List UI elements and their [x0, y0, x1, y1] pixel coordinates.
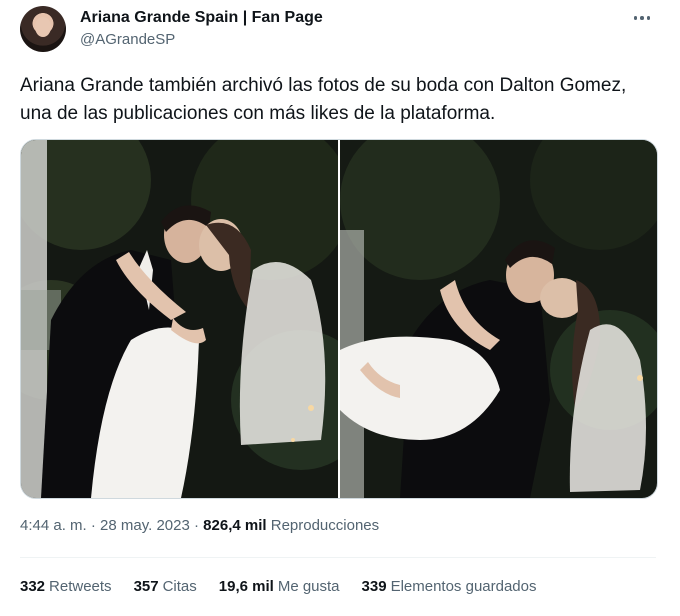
tweet: Ariana Grande Spain | Fan Page @AGrandeS…	[0, 0, 680, 616]
retweets-stat[interactable]: 332 Retweets	[20, 578, 112, 595]
engagement-stats: 332 Retweets 357 Citas 19,6 mil Me gusta 33…	[20, 578, 537, 595]
likes-stat[interactable]: 19,6 mil Me gusta	[219, 578, 340, 595]
quotes-stat[interactable]: 357 Citas	[134, 578, 197, 595]
wedding-photo-2[interactable]	[340, 140, 657, 498]
wedding-photo-1[interactable]	[21, 140, 338, 498]
meta-separator: ·	[90, 517, 96, 534]
tweet-text: Ariana Grande también archivó las fotos …	[20, 75, 627, 124]
views-label: Reproducciones	[270, 517, 380, 534]
more-options-icon[interactable]	[628, 8, 656, 28]
meta-separator: ·	[194, 517, 199, 534]
tweet-date[interactable]: 28 may. 2023	[100, 517, 190, 534]
avatar[interactable]	[20, 6, 66, 52]
divider	[20, 557, 656, 558]
tweet-media	[20, 139, 658, 499]
tweet-time[interactable]: 4:44 a. m.	[20, 517, 87, 534]
author-name[interactable]: Ariana Grande Spain | Fan Page	[80, 9, 323, 27]
tweet-meta: 4:44 a. m. · 28 may. 2023 · 826,4 mil Re…	[20, 517, 379, 534]
author-handle[interactable]: @AGrandeSP	[80, 31, 175, 48]
views-count: 826,4 mil	[203, 517, 267, 534]
bookmarks-stat[interactable]: 339 Elementos guardados	[362, 578, 537, 595]
